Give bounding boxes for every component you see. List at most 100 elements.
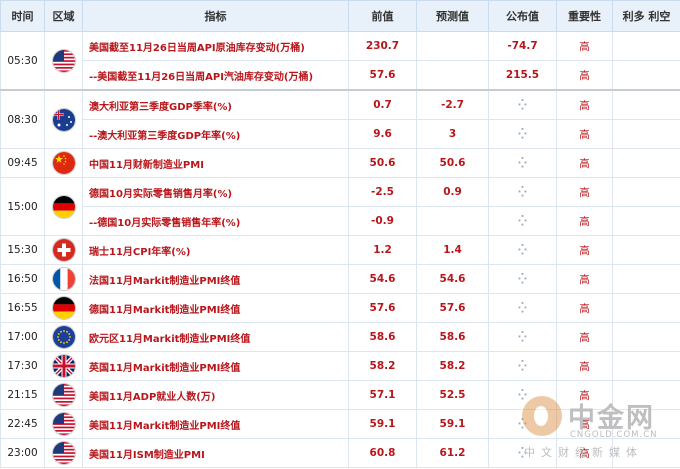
row-time: 16:55 xyxy=(0,293,45,323)
table-row[interactable]: 16:55 德国11月Markit制造业PMI终值 57.6 57.6 ⁛ 高 xyxy=(0,293,680,323)
table-row[interactable]: 15:00 德国10月实际零售销售月率(%) -2.5 0.9 ⁛ 高 xyxy=(0,177,680,236)
row-region xyxy=(44,264,83,294)
row-actual: ⁛ xyxy=(488,177,557,207)
row-importance: 高 xyxy=(556,31,613,61)
row-previous: 57.6 xyxy=(348,60,417,91)
row-previous: 1.2 xyxy=(348,235,417,265)
row-time: 21:15 xyxy=(0,380,45,410)
header-actual: 公布值 xyxy=(488,0,557,32)
row-indicator[interactable]: 美国11月ADP就业人数(万) xyxy=(82,380,349,410)
row-indicator[interactable]: 美国11月ISM制造业PMI xyxy=(82,438,349,468)
loading-spinner-icon: ⁛ xyxy=(518,187,527,198)
row-forecast xyxy=(416,206,489,236)
row-forecast: 54.6 xyxy=(416,264,489,294)
row-actual: ⁛ xyxy=(488,89,557,120)
row-time: 15:30 xyxy=(0,235,45,265)
table-row[interactable]: 08:30 澳大利亚第三季度GDP季率(%) 0.7 -2.7 ⁛ 高 xyxy=(0,89,680,149)
loading-spinner-icon: ⁛ xyxy=(518,274,527,285)
row-previous: 59.1 xyxy=(348,409,417,439)
row-forecast: 3 xyxy=(416,119,489,149)
table-row[interactable]: 17:30 英国11月Markit制造业PMI终值 58.2 58.2 ⁛ 高 xyxy=(0,351,680,381)
row-importance: 高 xyxy=(556,264,613,294)
row-time: 23:00 xyxy=(0,438,45,468)
row-indicator[interactable]: --美国截至11月26日当周API汽油库存变动(万桶) xyxy=(82,60,349,91)
row-forecast: -2.7 xyxy=(416,89,489,120)
row-importance: 高 xyxy=(556,409,613,439)
row-region xyxy=(44,351,83,381)
calendar-panel: 时间 区域 指标 前值 预测值 公布值 重要性 利多 利空 05:30 美国截至1… xyxy=(0,0,680,469)
row-importance: 高 xyxy=(556,206,613,236)
row-time: 22:45 xyxy=(0,409,45,439)
row-forecast: 0.9 xyxy=(416,177,489,207)
row-indicator[interactable]: 美国截至11月26日当周API原油库存变动(万桶) xyxy=(82,31,349,61)
row-region xyxy=(44,409,83,439)
row-forecast: 58.2 xyxy=(416,351,489,381)
table-row[interactable]: --德国10月实际零售销售年率(%) -0.9 ⁛ 高 xyxy=(1,206,680,236)
table-row[interactable]: --美国截至11月26日当周API汽油库存变动(万桶) 57.6 215.5 高 xyxy=(1,60,680,91)
uk-flag-icon xyxy=(52,355,75,377)
loading-spinner-icon: ⁛ xyxy=(518,129,527,140)
header-effect: 利多 利空 xyxy=(612,0,680,32)
row-previous: 57.6 xyxy=(348,293,417,323)
table-row[interactable]: 17:00 欧元区11月Markit制造业PMI终值 58.6 58.6 ⁛ 高 xyxy=(0,322,680,352)
row-previous: -2.5 xyxy=(348,177,417,207)
table-row[interactable]: 16:50 法国11月Markit制造业PMI终值 54.6 54.6 ⁛ 高 xyxy=(0,264,680,294)
row-effect xyxy=(612,89,680,120)
us-flag-icon xyxy=(52,384,75,406)
row-indicator[interactable]: 英国11月Markit制造业PMI终值 xyxy=(82,351,349,381)
header-forecast: 预测值 xyxy=(416,0,489,32)
row-region xyxy=(44,235,83,265)
row-actual: ⁛ xyxy=(488,351,557,381)
row-forecast: 59.1 xyxy=(416,409,489,439)
table-row[interactable]: 23:00 美国11月ISM制造业PMI 60.8 61.2 ⁛ 高 xyxy=(0,438,680,468)
row-importance: 高 xyxy=(556,177,613,207)
australia-flag-icon xyxy=(52,108,75,131)
row-region xyxy=(44,438,83,468)
table-row[interactable]: --澳大利亚第三季度GDP年率(%) 9.6 3 ⁛ 高 xyxy=(1,119,680,149)
row-importance: 高 xyxy=(556,351,613,381)
germany-flag-icon xyxy=(52,195,75,218)
row-effect xyxy=(612,409,680,439)
row-indicator[interactable]: 瑞士11月CPI年率(%) xyxy=(82,235,349,265)
row-forecast xyxy=(416,31,489,61)
row-actual: ⁛ xyxy=(488,264,557,294)
row-indicator[interactable]: 德国10月实际零售销售月率(%) xyxy=(82,177,349,207)
row-indicator[interactable]: 澳大利亚第三季度GDP季率(%) xyxy=(82,89,349,120)
row-previous: 54.6 xyxy=(348,264,417,294)
row-actual: 215.5 xyxy=(488,60,557,91)
table-row[interactable]: 22:45 美国11月Markit制造业PMI终值 59.1 59.1 ⁛ 高 xyxy=(0,409,680,439)
row-time: 05:30 xyxy=(0,31,45,91)
loading-spinner-icon: ⁛ xyxy=(518,448,527,459)
row-time: 17:00 xyxy=(0,322,45,352)
row-forecast: 50.6 xyxy=(416,148,489,178)
table-row[interactable]: 05:30 美国截至11月26日当周API原油库存变动(万桶) 230.7 -74.7… xyxy=(0,31,680,91)
row-region xyxy=(44,380,83,410)
row-indicator[interactable]: 中国11月财新制造业PMI xyxy=(82,148,349,178)
row-indicator[interactable]: 欧元区11月Markit制造业PMI终值 xyxy=(82,322,349,352)
table-row[interactable]: 15:30 瑞士11月CPI年率(%) 1.2 1.4 ⁛ 高 xyxy=(0,235,680,265)
row-effect xyxy=(612,60,680,91)
row-indicator[interactable]: 美国11月Markit制造业PMI终值 xyxy=(82,409,349,439)
table-row[interactable]: 21:15 美国11月ADP就业人数(万) 57.1 52.5 ⁛ 高 xyxy=(0,380,680,410)
row-actual: ⁛ xyxy=(488,148,557,178)
row-previous: 60.8 xyxy=(348,438,417,468)
row-importance: 高 xyxy=(556,60,613,91)
row-indicator[interactable]: --德国10月实际零售销售年率(%) xyxy=(82,206,349,236)
loading-spinner-icon: ⁛ xyxy=(518,419,527,430)
table-row[interactable]: 09:45 中国11月财新制造业PMI 50.6 50.6 ⁛ 高 xyxy=(0,148,680,178)
row-time: 16:50 xyxy=(0,264,45,294)
row-actual: ⁛ xyxy=(488,235,557,265)
row-indicator[interactable]: 法国11月Markit制造业PMI终值 xyxy=(82,264,349,294)
france-flag-icon xyxy=(52,268,75,290)
row-actual: -74.7 xyxy=(488,31,557,61)
row-importance: 高 xyxy=(556,322,613,352)
us-flag-icon xyxy=(52,413,75,435)
row-region xyxy=(44,293,83,323)
row-indicator[interactable]: --澳大利亚第三季度GDP年率(%) xyxy=(82,119,349,149)
row-region xyxy=(44,322,83,352)
us-flag-icon xyxy=(52,49,75,72)
row-actual: ⁛ xyxy=(488,409,557,439)
row-effect xyxy=(612,380,680,410)
china-flag-icon xyxy=(52,152,75,174)
row-indicator[interactable]: 德国11月Markit制造业PMI终值 xyxy=(82,293,349,323)
